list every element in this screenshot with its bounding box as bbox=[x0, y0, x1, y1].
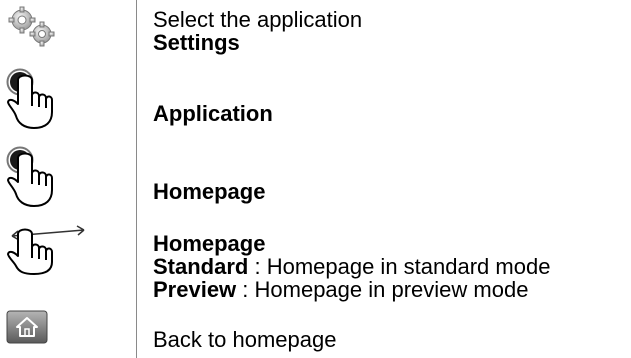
swipe-hand-icon bbox=[4, 220, 94, 281]
step-3-text: Homepage bbox=[153, 179, 266, 204]
step-4-text: Homepage Standard : Homepage in standard… bbox=[153, 231, 551, 302]
tap-hand-icon bbox=[4, 146, 60, 215]
step-2-text: Application bbox=[153, 101, 273, 126]
step-5-text: Back to homepage bbox=[153, 327, 337, 352]
tap-hand-icon bbox=[4, 68, 60, 137]
gears-icon bbox=[4, 6, 60, 53]
home-button-icon bbox=[6, 310, 48, 349]
column-divider bbox=[136, 0, 137, 358]
step-1-text: Select the application Settings bbox=[153, 7, 363, 55]
